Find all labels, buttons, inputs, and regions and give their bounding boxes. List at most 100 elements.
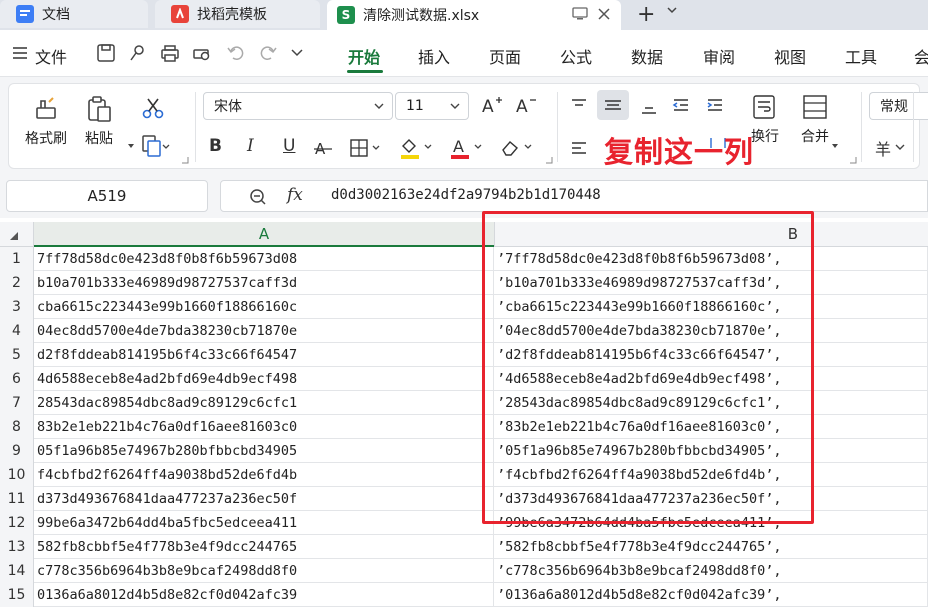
cell-a[interactable]: cba6615c223443e99b1660f18866160c xyxy=(34,295,494,319)
row-header[interactable]: 13 xyxy=(0,535,34,559)
row-header[interactable]: 10 xyxy=(0,463,34,487)
row-header[interactable]: 11 xyxy=(0,487,34,511)
font-color-icon[interactable]: A xyxy=(449,136,485,160)
increase-font-icon[interactable]: A xyxy=(481,94,503,116)
menu-view[interactable]: 视图 xyxy=(774,44,806,68)
cell-b[interactable]: ’0136a6a8012d4b5d8e82cf0d042afc39’, xyxy=(494,583,928,607)
cut-icon[interactable] xyxy=(141,96,165,120)
merge-cells-button[interactable]: 合并 xyxy=(801,94,829,146)
currency-icon[interactable]: 羊 xyxy=(875,136,891,160)
cell-b[interactable]: ’c778c356b6964b3b8e9bcaf2498dd8f0’, xyxy=(494,559,928,583)
row-header[interactable]: 6 xyxy=(0,367,34,391)
cell-b[interactable]: ’d373d493676841daa477237a236ec50f’, xyxy=(494,487,928,511)
paste-chevron-icon[interactable] xyxy=(127,142,135,150)
menu-page[interactable]: 页面 xyxy=(489,44,521,68)
cell-b[interactable]: ’28543dac89854dbc8ad9c89129c6cfc1’, xyxy=(494,391,928,415)
hamburger-icon[interactable] xyxy=(12,46,28,60)
decrease-font-icon[interactable]: A xyxy=(515,94,537,116)
redo-icon[interactable] xyxy=(258,43,280,65)
row-header[interactable]: 8 xyxy=(0,415,34,439)
row-header[interactable]: 1 xyxy=(0,247,34,271)
menu-review[interactable]: 审阅 xyxy=(703,44,735,68)
print-icon[interactable] xyxy=(160,43,182,65)
save-icon[interactable] xyxy=(96,43,118,65)
undo-icon[interactable] xyxy=(226,43,248,65)
currency-chevron-icon[interactable] xyxy=(895,142,905,152)
zoom-search-icon[interactable] xyxy=(249,188,267,206)
cell-a[interactable]: f4cbfbd2f6264ff4a9038bd52de6fd4b xyxy=(34,463,494,487)
close-tab-icon[interactable] xyxy=(597,7,611,21)
select-all-corner[interactable] xyxy=(0,222,34,247)
number-format-select[interactable]: 常规 xyxy=(869,92,928,120)
row-header[interactable]: 4 xyxy=(0,319,34,343)
font-name-select[interactable]: 宋体 xyxy=(203,92,393,120)
share-icon[interactable] xyxy=(128,43,150,65)
tab-docs[interactable]: 文档 xyxy=(0,0,148,28)
more-chevron-icon[interactable] xyxy=(290,46,312,68)
format-painter-button[interactable]: 格式刷 xyxy=(25,96,67,148)
copy-icon[interactable] xyxy=(141,134,171,158)
cell-b[interactable]: ’05f1a96b85e74967b280bfbbcbd34905’, xyxy=(494,439,928,463)
paste-button[interactable]: 粘贴 xyxy=(85,96,113,148)
cell-a[interactable]: 83b2e1eb221b4c76a0df16aee81603c0 xyxy=(34,415,494,439)
cell-b[interactable]: ’83b2e1eb221b4c76a0df16aee81603c0’, xyxy=(494,415,928,439)
bold-icon[interactable]: B xyxy=(209,136,222,156)
cell-a[interactable]: 05f1a96b85e74967b280bfbbcbd34905 xyxy=(34,439,494,463)
tab-active-sheet[interactable]: S 清除测试数据.xlsx xyxy=(327,0,621,30)
cell-b[interactable]: ’4d6588eceb8e4ad2bfd69e4db9ecf498’, xyxy=(494,367,928,391)
menu-data[interactable]: 数据 xyxy=(631,44,663,68)
tab-list-chevron-icon[interactable] xyxy=(666,4,678,16)
border-icon[interactable] xyxy=(349,138,383,158)
cell-a[interactable]: d2f8fddeab814195b6f4c33c66f64547 xyxy=(34,343,494,367)
cell-a[interactable]: 28543dac89854dbc8ad9c89129c6cfc1 xyxy=(34,391,494,415)
underline-icon[interactable]: U xyxy=(283,136,295,156)
merge-chevron-icon[interactable] xyxy=(831,142,839,150)
cell-a[interactable]: 04ec8dd5700e4de7bda38230cb71870e xyxy=(34,319,494,343)
align-middle-button[interactable] xyxy=(597,90,629,120)
row-header[interactable]: 15 xyxy=(0,583,34,607)
font-size-select[interactable]: 11 xyxy=(395,92,469,120)
row-header[interactable]: 12 xyxy=(0,511,34,535)
cell-b[interactable]: ’99be6a3472b64dd4ba5fbc5edceea411’, xyxy=(494,511,928,535)
menu-file[interactable]: 文件 xyxy=(35,44,67,68)
cell-a[interactable]: d373d493676841daa477237a236ec50f xyxy=(34,487,494,511)
cell-b[interactable]: ’04ec8dd5700e4de7bda38230cb71870e’, xyxy=(494,319,928,343)
alignment-expand-icon[interactable] xyxy=(849,156,857,164)
menu-insert[interactable]: 插入 xyxy=(418,44,450,68)
menu-formula[interactable]: 公式 xyxy=(560,44,592,68)
row-header[interactable]: 2 xyxy=(0,271,34,295)
column-header-b[interactable]: B xyxy=(494,222,928,247)
cell-a[interactable]: 99be6a3472b64dd4ba5fbc5edceea411 xyxy=(34,511,494,535)
cell-a[interactable]: 4d6588eceb8e4ad2bfd69e4db9ecf498 xyxy=(34,367,494,391)
indent-icon[interactable] xyxy=(705,96,725,116)
row-header[interactable]: 14 xyxy=(0,559,34,583)
cell-a[interactable]: 0136a6a8012d4b5d8e82cf0d042afc39 xyxy=(34,583,494,607)
cell-a[interactable]: c778c356b6964b3b8e9bcaf2498dd8f0 xyxy=(34,559,494,583)
strikethrough-icon[interactable]: A xyxy=(313,138,333,158)
cell-b[interactable]: ’f4cbfbd2f6264ff4a9038bd52de6fd4b’, xyxy=(494,463,928,487)
row-header[interactable]: 5 xyxy=(0,343,34,367)
cell-a[interactable]: b10a701b333e46989d98727537caff3d xyxy=(34,271,494,295)
cell-b[interactable]: ’7ff78d58dc0e423d8f0b8f6b59673d08’, xyxy=(494,247,928,271)
align-bottom-icon[interactable] xyxy=(639,96,659,116)
clipboard-expand-icon[interactable] xyxy=(181,156,189,164)
cell-a[interactable]: 582fb8cbbf5e4f778b3e4f9dcc244765 xyxy=(34,535,494,559)
cell-b[interactable]: ’582fb8cbbf5e4f778b3e4f9dcc244765’, xyxy=(494,535,928,559)
menu-tools[interactable]: 工具 xyxy=(845,44,877,68)
row-header[interactable]: 3 xyxy=(0,295,34,319)
clear-format-icon[interactable] xyxy=(499,136,535,160)
wrap-text-button[interactable]: 换行 xyxy=(751,94,779,146)
column-header-a[interactable]: A xyxy=(34,222,494,247)
function-icon[interactable]: fx xyxy=(287,185,303,205)
fill-color-icon[interactable] xyxy=(399,136,435,160)
row-header[interactable]: 7 xyxy=(0,391,34,415)
row-header[interactable]: 9 xyxy=(0,439,34,463)
print-preview-icon[interactable] xyxy=(192,43,214,65)
menu-home[interactable]: 开始 xyxy=(348,44,380,68)
name-box[interactable]: A519 xyxy=(6,180,208,212)
italic-icon[interactable]: I xyxy=(247,136,254,156)
align-left-icon[interactable] xyxy=(569,138,589,158)
outdent-icon[interactable] xyxy=(671,96,691,116)
tab-daoke-templates[interactable]: 找稻壳模板 xyxy=(155,0,320,28)
formula-input[interactable]: fx d0d3002163e24df2a9794b2b1d170448 xyxy=(220,180,928,212)
